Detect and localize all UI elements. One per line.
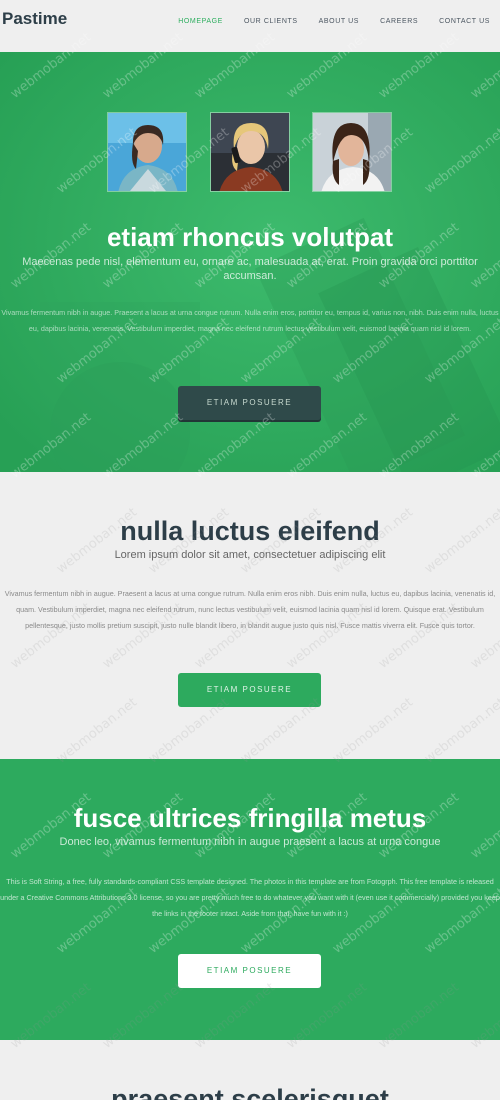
hero-section: etiam rhoncus volutpat Maecenas pede nis… [0, 52, 500, 472]
woman-city-portrait-icon [313, 113, 391, 191]
woman-phone-portrait-icon [211, 113, 289, 191]
section-subtitle: Donec leo, vivamus fermentum nibh in aug… [59, 836, 441, 848]
site-header: Pastime HOMEPAGE OUR CLIENTS ABOUT US CA… [0, 0, 500, 52]
nav-careers[interactable]: CAREERS [380, 18, 418, 25]
nav-about-us[interactable]: ABOUT US [319, 18, 359, 25]
section-title: nulla luctus eleifend [120, 516, 380, 546]
nav-our-clients[interactable]: OUR CLIENTS [244, 18, 298, 25]
section-fusce-ultrices: fusce ultrices fringilla metus Donec leo… [0, 759, 500, 1040]
team-avatars [0, 112, 500, 192]
main-nav: HOMEPAGE OUR CLIENTS ABOUT US CAREERS CO… [178, 18, 500, 25]
nav-contact-us[interactable]: CONTACT US [439, 18, 490, 25]
section-title: praesent scelerisquet [111, 1084, 389, 1100]
nav-homepage[interactable]: HOMEPAGE [178, 18, 223, 25]
site-logo[interactable]: Pastime [2, 9, 67, 29]
section-cta-button[interactable]: ETIAM POSUERE [178, 954, 321, 988]
hero-body-text: Vivamus fermentum nibh in augue. Praesen… [1, 308, 499, 333]
section-body-text: Vivamus fermentum nibh in augue. Praesen… [4, 589, 496, 630]
hero-cta-button[interactable]: ETIAM POSUERE [178, 386, 321, 420]
section-body-text: This is Soft String, a free, fully stand… [0, 877, 500, 918]
avatar[interactable] [210, 112, 290, 192]
section-title: fusce ultrices fringilla metus [73, 803, 427, 833]
avatar[interactable] [107, 112, 187, 192]
section-cta-button[interactable]: ETIAM POSUERE [178, 673, 321, 707]
section-nulla-luctus: nulla luctus eleifend Lorem ipsum dolor … [0, 472, 500, 759]
hero-subtitle: Maecenas pede nisl, elementum eu, ornare… [22, 256, 478, 282]
hero-title: etiam rhoncus volutpat [106, 222, 394, 252]
woman-portrait-icon [108, 113, 186, 191]
avatar[interactable] [312, 112, 392, 192]
section-subtitle: Lorem ipsum dolor sit amet, consectetuer… [114, 549, 386, 561]
section-praesent: praesent scelerisquet [0, 1040, 500, 1100]
